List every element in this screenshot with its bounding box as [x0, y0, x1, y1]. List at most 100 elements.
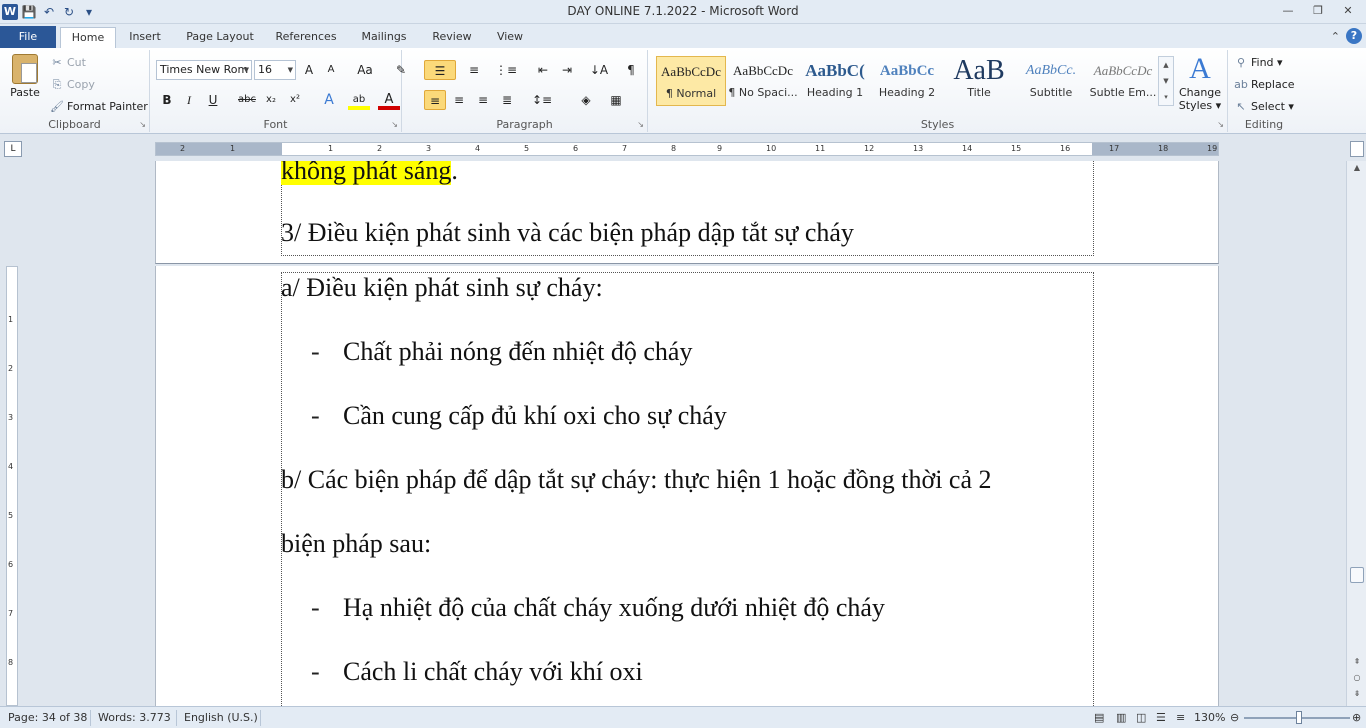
grow-font-button[interactable]: A [298, 60, 320, 80]
shading-button[interactable]: ◈ [572, 90, 600, 110]
decrease-indent-button[interactable]: ⇤ [532, 60, 554, 80]
zoom-in-icon[interactable]: ⊕ [1352, 711, 1361, 724]
tab-file[interactable]: File [0, 26, 56, 48]
zoom-level[interactable]: 130% [1194, 711, 1225, 724]
tab-page-layout[interactable]: Page Layout [180, 27, 260, 48]
style-heading-2[interactable]: AaBbCc Heading 2 [872, 56, 942, 106]
tab-mailings[interactable]: Mailings [352, 27, 416, 48]
horizontal-ruler[interactable]: 2 1 1 2 3 4 5 6 7 8 9 10 11 12 13 14 15 … [155, 142, 1219, 156]
help-icon[interactable]: ? [1346, 28, 1362, 44]
style-heading-1[interactable]: AaBbC( Heading 1 [800, 56, 870, 106]
style-no-spacing[interactable]: AaBbCcDc ¶ No Spaci... [728, 56, 798, 106]
superscript-button[interactable]: x² [284, 90, 306, 110]
numbering-button[interactable]: ≡ [460, 60, 488, 80]
italic-button[interactable]: I [178, 90, 200, 110]
web-layout-view-icon[interactable]: ◫ [1136, 711, 1146, 724]
zoom-slider-thumb[interactable] [1296, 711, 1302, 724]
ruler-number: 15 [1011, 144, 1022, 153]
multilevel-list-button[interactable]: ⋮≡ [492, 60, 520, 80]
bullet-item: Cách li chất cháy với khí oxi [343, 657, 643, 686]
replace-button[interactable]: ab Replace [1234, 76, 1294, 94]
full-screen-view-icon[interactable]: ▥ [1116, 711, 1126, 724]
styles-launcher-icon[interactable]: ↘ [1217, 120, 1224, 129]
tab-references[interactable]: References [270, 27, 342, 48]
print-layout-view-icon[interactable]: ▤ [1094, 711, 1104, 724]
bullet-item: Cần cung cấp đủ khí oxi cho sự cháy [343, 401, 727, 430]
copy-button[interactable]: ⎘ Copy [50, 76, 95, 94]
line-spacing-button[interactable]: ↕≡ [528, 90, 556, 110]
change-case-button[interactable]: Aa [350, 60, 380, 80]
previous-page-icon[interactable]: ⇞ [1347, 657, 1366, 666]
bold-button[interactable]: B [156, 90, 178, 110]
font-name-combo[interactable]: Times New Rom ▼ [156, 60, 252, 80]
language-status[interactable]: English (U.S.) [184, 711, 258, 724]
cut-button[interactable]: ✂ Cut [50, 54, 86, 72]
strikethrough-button[interactable]: abc [236, 90, 258, 110]
view-ruler-button[interactable] [1350, 141, 1364, 157]
next-page-icon[interactable]: ⇟ [1347, 689, 1366, 698]
tab-selector[interactable]: L [4, 141, 22, 157]
justify-button[interactable]: ≣ [496, 90, 518, 110]
page-previous[interactable]: không phát sáng. 3/ Điều kiện phát sinh … [155, 161, 1219, 264]
select-button[interactable]: ↖ Select ▾ [1234, 98, 1294, 116]
paragraph-launcher-icon[interactable]: ↘ [637, 120, 644, 129]
outline-view-icon[interactable]: ☰ [1156, 711, 1166, 724]
sort-button[interactable]: ↓A [588, 60, 610, 80]
highlight-button[interactable]: ab [348, 90, 370, 110]
scissors-icon: ✂ [52, 56, 62, 69]
text-effects-button[interactable]: A [318, 90, 340, 110]
change-styles-button[interactable]: A Change Styles ▾ [1176, 52, 1224, 114]
close-button[interactable]: ✕ [1334, 2, 1362, 20]
vruler-number: 2 [8, 364, 14, 373]
bullet-dash: - [311, 337, 320, 366]
style-title[interactable]: AaB Title [944, 56, 1014, 106]
vertical-ruler[interactable]: 1 2 3 4 5 6 7 8 [6, 266, 18, 706]
word-count[interactable]: Words: 3.773 [98, 711, 171, 724]
paragraph-line: không phát sáng. [281, 161, 458, 187]
show-formatting-button[interactable]: ¶ [620, 60, 642, 80]
align-right-button[interactable]: ≡ [472, 90, 494, 110]
paste-button[interactable]: Paste [6, 52, 44, 108]
style-subtle-emphasis[interactable]: AaBbCcDc Subtle Em... [1088, 56, 1158, 106]
bullets-button[interactable]: ☰ [424, 60, 456, 80]
document-area[interactable]: 1 2 3 4 5 6 7 8 không phát sáng. 3/ Điều… [0, 161, 1346, 706]
ruler-number: 19 [1207, 144, 1218, 153]
underline-button[interactable]: U [202, 90, 224, 110]
clipboard-launcher-icon[interactable]: ↘ [139, 120, 146, 129]
ruler-number: 12 [864, 144, 875, 153]
format-painter-button[interactable]: 🖌 Format Painter [50, 98, 148, 116]
style-subtitle[interactable]: AaBbCc. Subtitle [1016, 56, 1086, 106]
font-group: Times New Rom ▼ 16 ▼ A A Aa ✎ B I U abc x₂… [150, 50, 406, 132]
tab-review[interactable]: Review [426, 27, 478, 48]
ruler-number: 9 [717, 144, 723, 153]
browse-object-icon[interactable]: ○ [1347, 673, 1366, 682]
bullet-item: Chất phải nóng đến nhiệt độ cháy [343, 337, 693, 366]
page-current[interactable]: a/ Điều kiện phát sinh sự cháy: - Chất p… [155, 266, 1219, 706]
font-color-button[interactable]: A [378, 90, 400, 110]
scroll-up-icon[interactable]: ▲ [1347, 163, 1366, 172]
increase-indent-button[interactable]: ⇥ [556, 60, 578, 80]
minimize-button[interactable]: — [1274, 2, 1302, 20]
borders-button[interactable]: ▦ [602, 90, 630, 110]
vertical-scrollbar[interactable]: ▲ ⇞ ○ ⇟ [1346, 161, 1366, 706]
chevron-down-icon: ▼ [243, 66, 249, 74]
page-count[interactable]: Page: 34 of 38 [8, 711, 87, 724]
tab-home[interactable]: Home [60, 27, 116, 48]
tab-view[interactable]: View [488, 27, 532, 48]
style-normal[interactable]: AaBbCcDc ¶ Normal [656, 56, 726, 106]
subscript-button[interactable]: x₂ [260, 90, 282, 110]
shrink-font-button[interactable]: A [320, 60, 342, 80]
styles-scroll[interactable]: ▲ ▼ ▾ [1158, 56, 1174, 106]
find-button[interactable]: ⚲ Find ▾ [1234, 54, 1283, 72]
scroll-thumb[interactable] [1350, 567, 1364, 583]
font-size-combo[interactable]: 16 ▼ [254, 60, 296, 80]
restore-button[interactable]: ❐ [1304, 2, 1332, 20]
align-center-button[interactable]: ≡ [448, 90, 470, 110]
font-launcher-icon[interactable]: ↘ [391, 120, 398, 129]
align-left-button[interactable]: ≡ [424, 90, 446, 110]
ruler-number: 17 [1109, 144, 1120, 153]
draft-view-icon[interactable]: ≡ [1176, 711, 1185, 724]
minimize-ribbon-icon[interactable]: ⌃ [1331, 30, 1340, 43]
tab-insert[interactable]: Insert [120, 27, 170, 48]
zoom-out-icon[interactable]: ⊖ [1230, 711, 1239, 724]
